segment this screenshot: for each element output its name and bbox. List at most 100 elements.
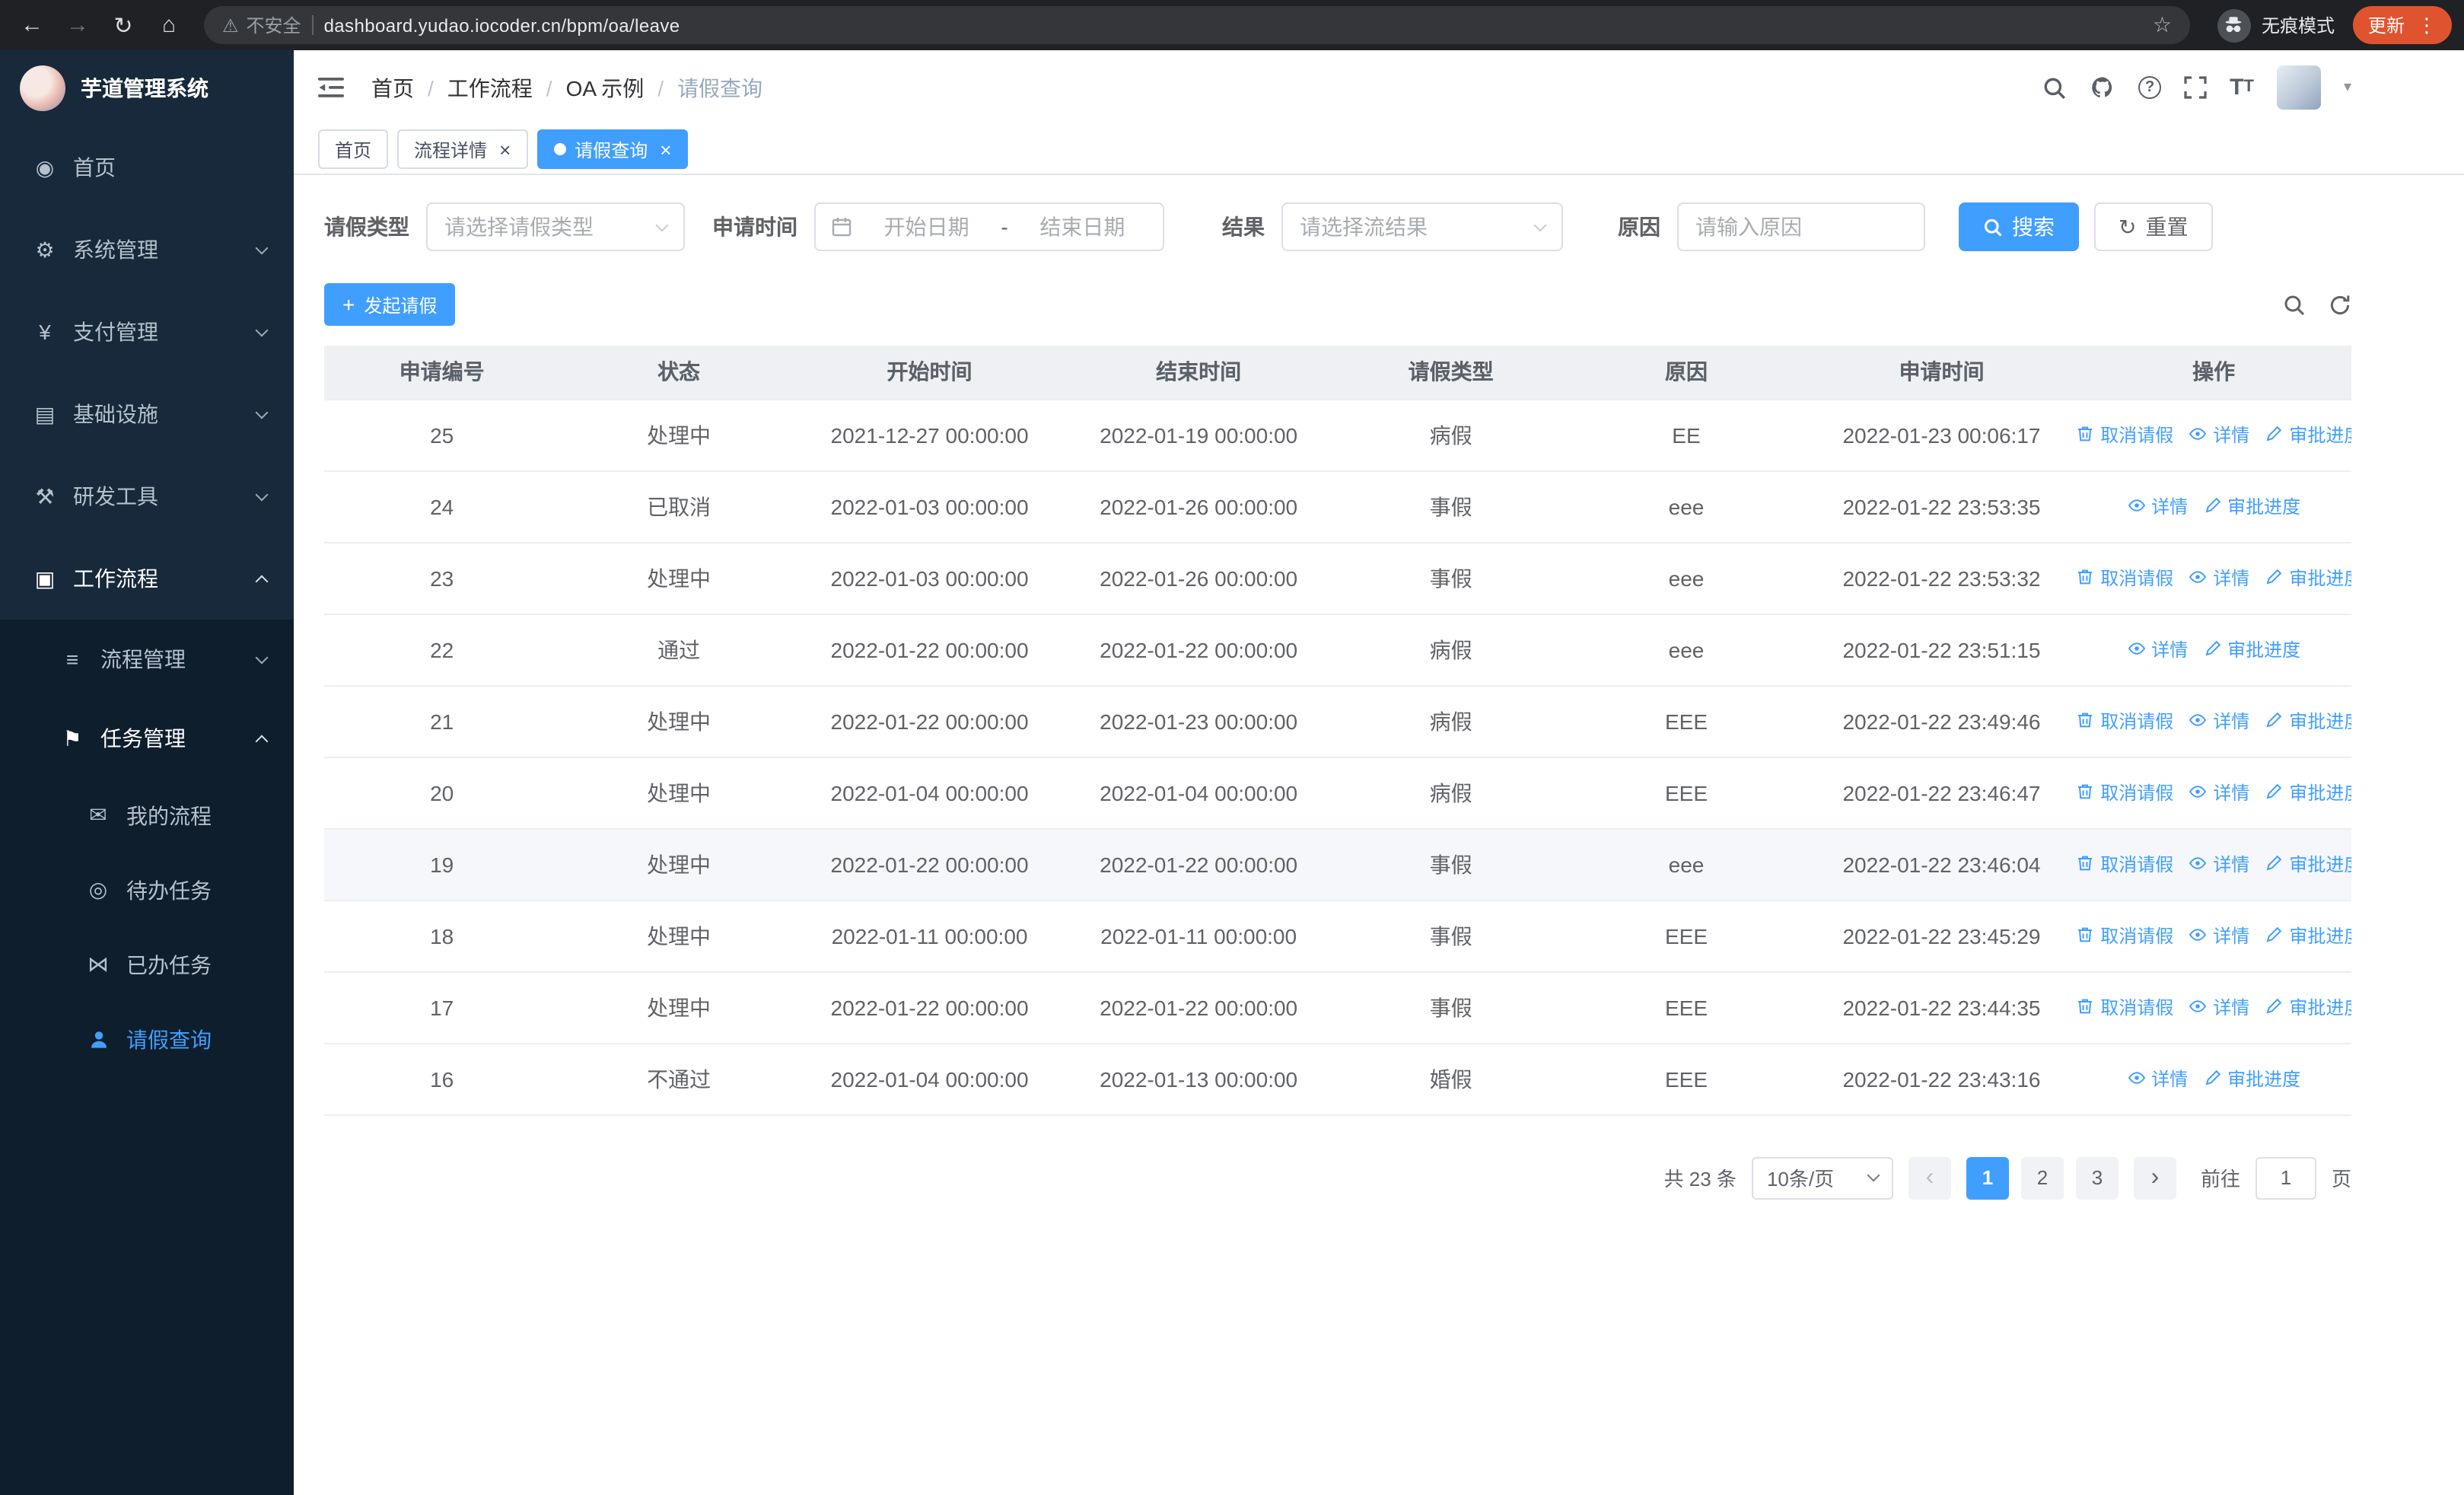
action-detail[interactable]: 详情 — [2189, 708, 2249, 734]
action-detail[interactable]: 详情 — [2189, 779, 2249, 805]
leave-type-select[interactable]: 请选择请假类型 — [426, 202, 685, 251]
home-icon[interactable]: ⌂ — [149, 5, 189, 45]
action-progress[interactable]: 审批进度 — [2265, 994, 2351, 1020]
action-detail[interactable]: 详情 — [2127, 1066, 2188, 1092]
sidebar-item-infra[interactable]: ▤ 基础设施 — [0, 373, 294, 455]
action-detail[interactable]: 详情 — [2127, 636, 2188, 662]
breadcrumb-item[interactable]: 首页 — [371, 72, 414, 103]
reload-icon[interactable]: ↻ — [103, 5, 143, 45]
col-end: 结束时间 — [1061, 346, 1336, 400]
action-progress[interactable]: 审批进度 — [2203, 1066, 2300, 1092]
sidebar-item-home[interactable]: ◉ 首页 — [0, 126, 294, 209]
breadcrumb-item[interactable]: OA 示例 — [566, 72, 645, 103]
cell-id: 18 — [324, 900, 560, 972]
search-button[interactable]: 搜索 — [1959, 202, 2079, 251]
action-detail[interactable]: 详情 — [2189, 851, 2249, 877]
page-button-3[interactable]: 3 — [2075, 1156, 2119, 1199]
sidebar-item-process-mgmt[interactable]: ≡ 流程管理 — [0, 620, 294, 699]
breadcrumb-item[interactable]: 工作流程 — [447, 72, 533, 103]
tab[interactable]: 流程详情 × — [397, 129, 528, 169]
sidebar-item-workflow[interactable]: ▣ 工作流程 — [0, 537, 294, 620]
page-button-2[interactable]: 2 — [2020, 1156, 2064, 1199]
sidebar-item-done-tasks[interactable]: ⋈ 已办任务 — [0, 927, 294, 1002]
sidebar-item-todo-tasks[interactable]: ◎ 待办任务 — [0, 853, 294, 927]
toggle-search-icon[interactable] — [2283, 293, 2306, 316]
fullscreen-icon[interactable] — [2184, 76, 2207, 99]
page-button-1[interactable]: 1 — [1966, 1156, 2009, 1199]
apply-time-range-picker[interactable]: 开始日期 - 结束日期 — [814, 202, 1164, 251]
sidebar-item-system[interactable]: ⚙ 系统管理 — [0, 209, 294, 291]
result-select[interactable]: 请选择流结果 — [1281, 202, 1563, 251]
forward-icon[interactable]: → — [58, 5, 97, 45]
sidebar-collapse-icon[interactable] — [318, 76, 344, 99]
action-detail[interactable]: 详情 — [2189, 422, 2249, 448]
sidebar-item-my-process[interactable]: ✉ 我的流程 — [0, 778, 294, 853]
tab-active[interactable]: 请假查询 × — [536, 129, 689, 169]
action-progress[interactable]: 审批进度 — [2203, 636, 2300, 662]
sidebar-menu: ◉ 首页 ⚙ 系统管理 ¥ 支付管理 ▤ 基础设施 ⚒ 研发工具 ▣ 工作流程 ≡ 流程管理 ⚑ 任务管理 ✉ 我… — [0, 126, 294, 1076]
tab-close-icon[interactable]: × — [660, 139, 671, 159]
bookmark-star-icon[interactable]: ☆ — [2153, 12, 2172, 38]
page-size-select[interactable]: 10条/页 — [1751, 1156, 1893, 1199]
tab-close-icon[interactable]: × — [499, 139, 511, 159]
infrastructure-icon: ▤ — [34, 401, 56, 426]
action-label: 取消请假 — [2100, 710, 2174, 732]
browser-menu-icon[interactable]: ⋮ — [2417, 13, 2437, 37]
app-logo[interactable]: 芋道管理系统 — [0, 50, 294, 126]
result-label: 结果 — [1222, 215, 1265, 239]
avatar-caret-icon[interactable]: ▾ — [2344, 79, 2351, 96]
reason-input[interactable] — [1677, 202, 1925, 251]
sidebar-item-label: 请假查询 — [126, 1027, 212, 1051]
action-cancel[interactable]: 取消请假 — [2076, 422, 2173, 448]
filter-form: 请假类型 请选择请假类型 申请时间 开始日期 - 结束日期 结果 请选择流结果 … — [324, 202, 2351, 251]
refresh-icon[interactable] — [2329, 293, 2351, 316]
chevron-down-icon — [655, 218, 669, 231]
action-progress[interactable]: 审批进度 — [2265, 708, 2351, 734]
reset-button[interactable]: ↻ 重置 — [2094, 202, 2213, 251]
action-cancel[interactable]: 取消请假 — [2076, 565, 2173, 591]
action-cancel[interactable]: 取消请假 — [2076, 851, 2173, 877]
user-avatar[interactable] — [2276, 65, 2321, 110]
action-cancel[interactable]: 取消请假 — [2076, 708, 2173, 734]
sidebar-item-leave-query[interactable]: 请假查询 — [0, 1002, 294, 1076]
action-detail[interactable]: 详情 — [2189, 923, 2249, 948]
cell-type: 事假 — [1335, 470, 1566, 543]
reset-icon: ↻ — [2119, 215, 2137, 239]
search-icon[interactable] — [2042, 75, 2067, 100]
action-progress[interactable]: 审批进度 — [2265, 422, 2351, 448]
action-progress[interactable]: 审批进度 — [2265, 923, 2351, 948]
address-bar[interactable]: ⚠ 不安全 dashboard.yudao.iocoder.cn/bpm/oa/… — [204, 6, 2190, 44]
cell-actions: 取消请假 详情 审批进度 — [2076, 542, 2351, 614]
sidebar-item-payment[interactable]: ¥ 支付管理 — [0, 291, 294, 373]
page-content: 请假类型 请选择请假类型 申请时间 开始日期 - 结束日期 结果 请选择流结果 … — [294, 175, 2464, 1495]
action-detail[interactable]: 详情 — [2189, 994, 2249, 1020]
back-icon[interactable]: ← — [12, 5, 52, 45]
action-detail[interactable]: 详情 — [2127, 493, 2188, 519]
action-cancel[interactable]: 取消请假 — [2076, 923, 2173, 948]
user-icon — [84, 1028, 113, 1050]
action-cancel[interactable]: 取消请假 — [2076, 779, 2173, 805]
action-progress[interactable]: 审批进度 — [2203, 493, 2300, 519]
prev-page-button[interactable]: ‹ — [1908, 1156, 1951, 1199]
action-cancel[interactable]: 取消请假 — [2076, 994, 2173, 1020]
chevron-down-icon — [255, 405, 269, 419]
github-icon[interactable] — [2090, 75, 2115, 100]
sidebar-item-task-mgmt[interactable]: ⚑ 任务管理 — [0, 699, 294, 778]
help-icon[interactable]: ? — [2138, 76, 2162, 99]
goto-page-input[interactable] — [2255, 1156, 2316, 1199]
font-size-icon[interactable]: TT — [2230, 76, 2254, 99]
create-leave-button[interactable]: + 发起请假 — [324, 283, 456, 326]
action-progress[interactable]: 审批进度 — [2265, 851, 2351, 877]
cell-apply-time: 2022-01-22 23:43:16 — [1807, 1043, 2077, 1115]
action-progress[interactable]: 审批进度 — [2265, 779, 2351, 805]
col-status: 状态 — [559, 346, 798, 400]
security-warning[interactable]: ⚠ 不安全 — [222, 12, 301, 38]
action-detail[interactable]: 详情 — [2189, 565, 2249, 591]
action-progress[interactable]: 审批进度 — [2265, 565, 2351, 591]
browser-update-button[interactable]: 更新 ⋮ — [2352, 6, 2452, 44]
eye-icon: ◎ — [88, 877, 108, 901]
sidebar-item-devtools[interactable]: ⚒ 研发工具 — [0, 455, 294, 537]
tab[interactable]: 首页 — [318, 129, 389, 169]
chevron-down-icon — [255, 487, 269, 501]
next-page-button[interactable]: › — [2133, 1156, 2176, 1199]
